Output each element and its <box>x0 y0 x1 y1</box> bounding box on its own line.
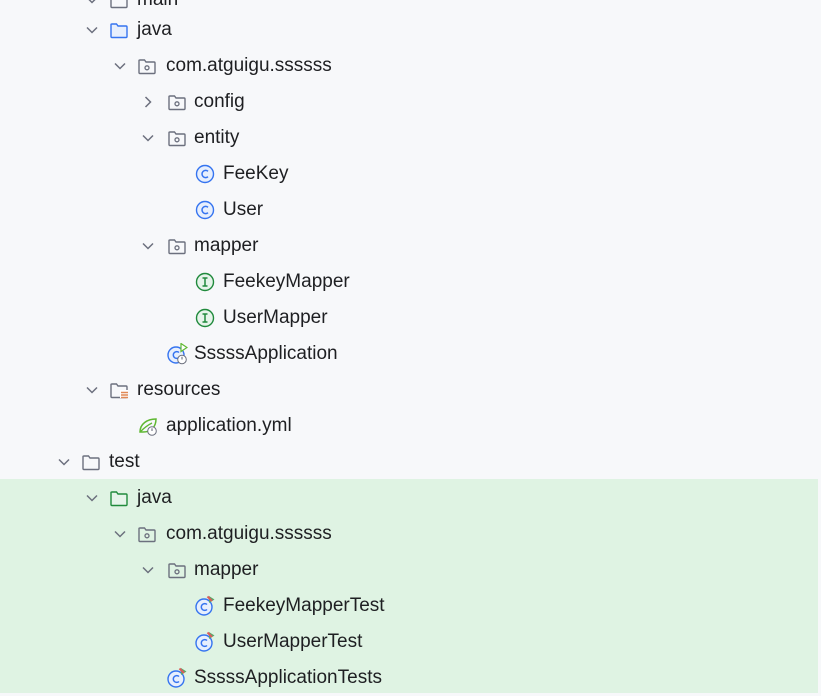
test-class-icon <box>194 631 216 653</box>
tree-item-label: mapper <box>194 235 259 256</box>
package-icon <box>166 91 188 113</box>
tree-item-label: FeeKey <box>223 163 289 184</box>
tree-row[interactable]: com.atguigu.ssssss <box>0 516 818 552</box>
tree-item-label: entity <box>194 127 240 148</box>
tree-item-label: resources <box>137 379 221 400</box>
spring-boot-app-class-icon <box>166 343 188 365</box>
chevron-down-icon[interactable] <box>110 56 130 76</box>
folder-icon <box>80 451 102 473</box>
tree-item-label: test <box>109 451 140 472</box>
test-source-folder-icon <box>108 487 130 509</box>
tree-item-label: User <box>223 199 264 220</box>
chevron-down-icon[interactable] <box>82 380 102 400</box>
tree-row[interactable]: entity <box>0 120 818 156</box>
tree-item-label: SssssApplicationTests <box>194 667 382 688</box>
tree-row[interactable]: SssssApplication <box>0 336 818 372</box>
chevron-down-icon[interactable] <box>82 0 102 10</box>
tree-row[interactable]: com.atguigu.ssssss <box>0 48 818 84</box>
interface-icon <box>194 271 216 293</box>
resources-folder-icon <box>108 379 130 401</box>
tree-item-label: config <box>194 91 245 112</box>
tree-row[interactable]: UserMapperTest <box>0 624 818 660</box>
tree-row[interactable]: UserMapper <box>0 300 818 336</box>
class-icon <box>194 163 216 185</box>
class-icon <box>194 199 216 221</box>
tree-item-label: FeekeyMapperTest <box>223 595 385 616</box>
tree-row[interactable]: test <box>0 444 818 480</box>
chevron-down-icon[interactable] <box>110 524 130 544</box>
tree-item-label: mapper <box>194 559 259 580</box>
tree-row[interactable]: SssssApplicationTests <box>0 660 818 696</box>
package-icon <box>166 235 188 257</box>
chevron-down-icon[interactable] <box>82 20 102 40</box>
tree-item-label: java <box>137 487 172 508</box>
tree-row[interactable]: mapper <box>0 228 818 264</box>
tree-row[interactable]: config <box>0 84 818 120</box>
tree-row[interactable]: application.yml <box>0 408 818 444</box>
package-icon <box>166 127 188 149</box>
tree-item-label: com.atguigu.ssssss <box>166 523 332 544</box>
test-class-icon <box>166 667 188 689</box>
chevron-down-icon[interactable] <box>82 488 102 508</box>
tree-item-label: UserMapperTest <box>223 631 363 652</box>
tree-item-label: SssssApplication <box>194 343 338 364</box>
tree-row[interactable]: mapper <box>0 552 818 588</box>
interface-icon <box>194 307 216 329</box>
package-icon <box>136 523 158 545</box>
chevron-down-icon[interactable] <box>138 236 158 256</box>
test-class-icon <box>194 595 216 617</box>
source-folder-icon <box>108 19 130 41</box>
tree-row[interactable]: FeekeyMapper <box>0 264 818 300</box>
tree-row[interactable]: resources <box>0 372 818 408</box>
tree-row[interactable]: java <box>0 12 818 48</box>
tree-item-label: com.atguigu.ssssss <box>166 55 332 76</box>
tree-row[interactable]: FeeKey <box>0 156 818 192</box>
tree-row[interactable]: java <box>0 480 818 516</box>
package-icon <box>166 559 188 581</box>
tree-item-label: FeekeyMapper <box>223 271 350 292</box>
chevron-down-icon[interactable] <box>138 128 158 148</box>
tree-item-label: java <box>137 19 172 40</box>
chevron-right-icon[interactable] <box>138 92 158 112</box>
tree-item-label: application.yml <box>166 415 292 436</box>
tree-item-label: UserMapper <box>223 307 328 328</box>
spring-yml-icon <box>137 415 159 437</box>
chevron-down-icon[interactable] <box>138 560 158 580</box>
package-icon <box>136 55 158 77</box>
project-tree: mainjavacom.atguigu.ssssssconfigentityFe… <box>0 0 821 693</box>
tree-row[interactable]: FeekeyMapperTest <box>0 588 818 624</box>
tree-row[interactable]: User <box>0 192 818 228</box>
folder-icon <box>108 0 130 11</box>
chevron-down-icon[interactable] <box>54 452 74 472</box>
